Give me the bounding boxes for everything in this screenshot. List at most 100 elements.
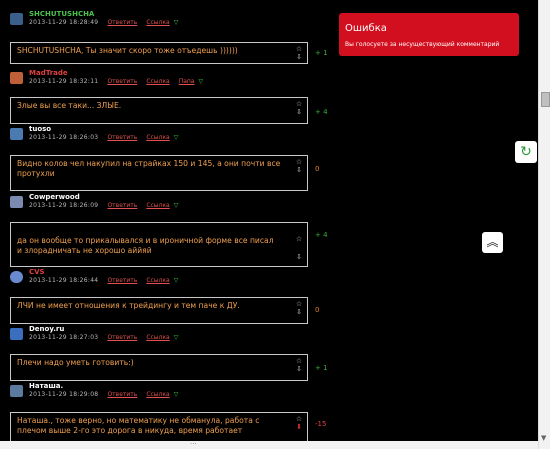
collapse-arrow-icon[interactable]: ▽ [174, 391, 179, 398]
vote-controls: ☆ ⇩ [295, 45, 303, 61]
timestamp: 2013-11-29 18:26:09 [29, 202, 99, 209]
vote-down-icon[interactable]: ⇩ [295, 166, 303, 174]
author-name[interactable]: Cowperwood [29, 193, 80, 201]
collapse-arrow-icon[interactable]: ▽ [174, 334, 179, 341]
vote-down-icon[interactable]: ⇩ [295, 253, 303, 261]
avatar[interactable] [10, 72, 23, 84]
comment-meta: 2013-11-29 18:28:49 Ответить Ссылка ▽ [29, 19, 178, 26]
double-chevron-up-icon[interactable]: ︽ [482, 232, 503, 253]
author-name[interactable]: CVS [29, 268, 45, 276]
collapse-arrow-icon[interactable]: ▽ [174, 134, 179, 141]
comment-score: + 1 [315, 364, 328, 372]
avatar[interactable] [10, 128, 23, 140]
timestamp: 2013-11-29 18:28:49 [29, 19, 99, 26]
avatar[interactable] [10, 271, 23, 283]
author-name[interactable]: Наташа. [29, 382, 63, 390]
reply-link[interactable]: Ответить [107, 78, 137, 85]
timestamp: 2013-11-29 18:29:08 [29, 391, 99, 398]
vertical-scrollbar[interactable]: ▼ [538, 0, 550, 449]
avatar[interactable] [10, 385, 23, 397]
scrollbar-grip-icon[interactable]: ··· [190, 440, 197, 448]
comment-score: + 4 [315, 231, 328, 239]
reply-link[interactable]: Ответить [107, 19, 137, 26]
permalink[interactable]: Ссылка [146, 391, 169, 398]
comment-meta: 2013-11-29 18:26:03 Ответить Ссылка ▽ [29, 134, 178, 141]
comment-text: да он вообще то прикалывался и в ироничн… [17, 236, 274, 255]
vote-controls: ☆ ⇩ [295, 300, 303, 316]
comment-meta: 2013-11-29 18:29:08 Ответить Ссылка ▽ [29, 391, 178, 398]
vote-controls: ☆ ⇩ [295, 100, 303, 116]
vote-down-icon[interactable]: ⇩ [295, 108, 303, 116]
comment-body: да он вообще то прикалывался и в ироничн… [10, 222, 308, 267]
vote-down-icon[interactable]: ⇩ [295, 365, 303, 373]
comment-text: ЛЧИ не имеет отношения к трейдингу и тем… [17, 301, 240, 310]
vote-up-icon[interactable]: ☆ [295, 300, 303, 308]
timestamp: 2013-11-29 18:32:11 [29, 78, 99, 85]
avatar[interactable] [10, 196, 23, 208]
error-title: Ошибка [345, 23, 387, 34]
reply-link[interactable]: Ответить [107, 277, 137, 284]
author-name[interactable]: tuoso [29, 125, 51, 133]
parent-link[interactable]: Папа [179, 78, 195, 85]
comment-meta: 2013-11-29 18:32:11 Ответить Ссылка Папа ▽ [29, 78, 203, 85]
vote-up-icon[interactable]: ☆ [295, 235, 303, 243]
vote-up-icon[interactable]: ☆ [295, 415, 303, 423]
vote-controls: ☆ ⬇ [295, 415, 303, 431]
comment-body: Плечи надо уметь готовить:) ☆ ⇩ [10, 354, 308, 381]
vote-up-icon[interactable]: ☆ [295, 100, 303, 108]
comment-text: Злые вы все таки... ЗЛЫЕ. [17, 101, 122, 110]
permalink[interactable]: Ссылка [146, 134, 169, 141]
vote-controls: ☆ ⇩ [295, 158, 303, 174]
reply-link[interactable]: Ответить [107, 134, 137, 141]
comment-meta: 2013-11-29 18:27:03 Ответить Ссылка ▽ [29, 334, 178, 341]
comment-body: ЛЧИ не имеет отношения к трейдингу и тем… [10, 297, 308, 324]
permalink[interactable]: Ссылка [146, 202, 169, 209]
comment-body: Злые вы все таки... ЗЛЫЕ. ☆ ⇩ [10, 97, 308, 124]
reply-link[interactable]: Ответить [107, 391, 137, 398]
timestamp: 2013-11-29 18:26:44 [29, 277, 99, 284]
reply-link[interactable]: Ответить [107, 334, 137, 341]
vote-down-icon[interactable]: ⇩ [295, 308, 303, 316]
scroll-down-arrow-icon[interactable]: ▼ [541, 434, 546, 442]
timestamp: 2013-11-29 18:26:03 [29, 134, 99, 141]
collapse-arrow-icon[interactable]: ▽ [174, 19, 179, 26]
permalink[interactable]: Ссылка [146, 78, 169, 85]
scrollbar-thumb[interactable] [541, 92, 550, 107]
comment-meta: 2013-11-29 18:26:09 Ответить Ссылка ▽ [29, 202, 178, 209]
collapse-arrow-icon[interactable]: ▽ [174, 277, 179, 284]
collapse-arrow-icon[interactable]: ▽ [198, 78, 203, 85]
comment-text: Наташа., тоже верно, но математику не об… [17, 416, 260, 435]
avatar[interactable] [10, 13, 23, 25]
comment-text: SHCHUTUSHCHA, Ты значит скоро тоже отъед… [17, 46, 238, 55]
permalink[interactable]: Ссылка [146, 277, 169, 284]
author-name[interactable]: SHCHUTUSHCHA [29, 10, 94, 18]
comment-body: Видно колов чел накупил на страйках 150 … [10, 155, 308, 191]
comment-thread: SHCHUTUSHCHA 2013-11-29 18:28:49 Ответить… [0, 0, 340, 449]
avatar[interactable] [10, 328, 23, 340]
horizontal-scrollbar[interactable]: ··· [0, 440, 538, 449]
timestamp: 2013-11-29 18:27:03 [29, 334, 99, 341]
author-name[interactable]: Denoy.ru [29, 325, 64, 333]
permalink[interactable]: Ссылка [146, 334, 169, 341]
refresh-icon[interactable]: ↻ [515, 141, 537, 163]
vote-controls: ☆ ⇩ [295, 357, 303, 373]
comment-meta: 2013-11-29 18:26:44 Ответить Ссылка ▽ [29, 277, 178, 284]
vote-up-icon[interactable]: ☆ [295, 158, 303, 166]
comment-score: -15 [315, 420, 327, 428]
reply-link[interactable]: Ответить [107, 202, 137, 209]
comment-score: 0 [315, 306, 320, 314]
error-notification[interactable]: Ошибка Вы голосуете за несуществующий ко… [339, 13, 519, 56]
permalink[interactable]: Ссылка [146, 19, 169, 26]
vote-down-icon[interactable]: ⬇ [295, 423, 303, 431]
comment-score: 0 [315, 165, 320, 173]
comment-score: + 1 [315, 49, 328, 57]
collapse-arrow-icon[interactable]: ▽ [174, 202, 179, 209]
vote-up-icon[interactable]: ☆ [295, 45, 303, 53]
vote-controls: ☆ ⇩ [295, 225, 303, 271]
vote-up-icon[interactable]: ☆ [295, 357, 303, 365]
vote-down-icon[interactable]: ⇩ [295, 53, 303, 61]
comment-body: SHCHUTUSHCHA, Ты значит скоро тоже отъед… [10, 42, 308, 64]
comment-text: Плечи надо уметь готовить:) [17, 358, 134, 367]
author-name[interactable]: MadTrade [29, 69, 68, 77]
comment-text: Видно колов чел накупил на страйках 150 … [17, 159, 281, 178]
